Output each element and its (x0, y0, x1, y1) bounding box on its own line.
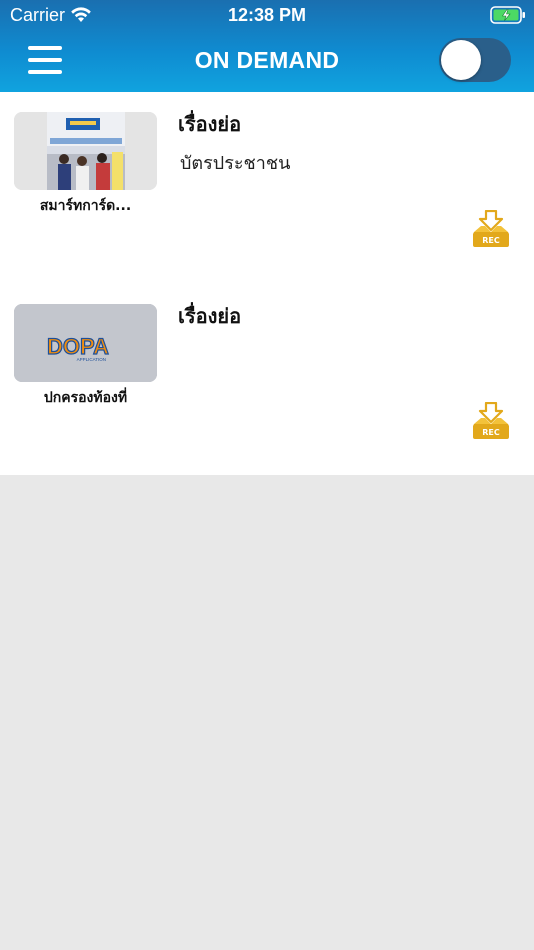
dopa-logo: DOPA APPLICATION (14, 304, 157, 382)
rec-download-button[interactable]: REC (471, 402, 511, 440)
toggle-knob (441, 40, 481, 80)
rec-download-button[interactable]: REC (471, 210, 511, 248)
thumbnail-dopa: DOPA APPLICATION (14, 304, 157, 382)
dopa-logo-subtext: APPLICATION (77, 357, 106, 362)
service-counter-photo (14, 112, 157, 190)
item-heading: เรื่องย่อ (178, 112, 242, 136)
status-bar: Carrier 12:38 PM (0, 0, 534, 32)
item-caption: ปกครองท้องที่ (43, 390, 128, 406)
rec-download-icon: REC (473, 402, 509, 439)
on-demand-list: สมาร์ทการ์ด... เรื่องย่อ บัตรประชาชน REC… (0, 92, 534, 475)
rec-label: REC (482, 236, 500, 245)
list-item[interactable]: DOPA APPLICATION ปกครองท้องที่ เรื่องย่อ… (0, 284, 534, 476)
mode-toggle[interactable] (439, 38, 511, 82)
item-heading: เรื่องย่อ (178, 304, 242, 328)
battery-charging-icon (490, 6, 525, 24)
item-caption: สมาร์ทการ์ด... (39, 198, 132, 214)
item-description: บัตรประชาชน (180, 153, 291, 174)
top-app-bar: Carrier 12:38 PM ON DEMAND (0, 0, 534, 92)
clock: 12:38 PM (227, 5, 307, 25)
rec-label: REC (482, 428, 500, 437)
dopa-logo-text: DOPA (47, 334, 109, 359)
list-item[interactable]: สมาร์ทการ์ด... เรื่องย่อ บัตรประชาชน REC (0, 92, 534, 284)
rec-download-icon: REC (473, 210, 509, 247)
thumbnail-service-counter (14, 112, 157, 190)
